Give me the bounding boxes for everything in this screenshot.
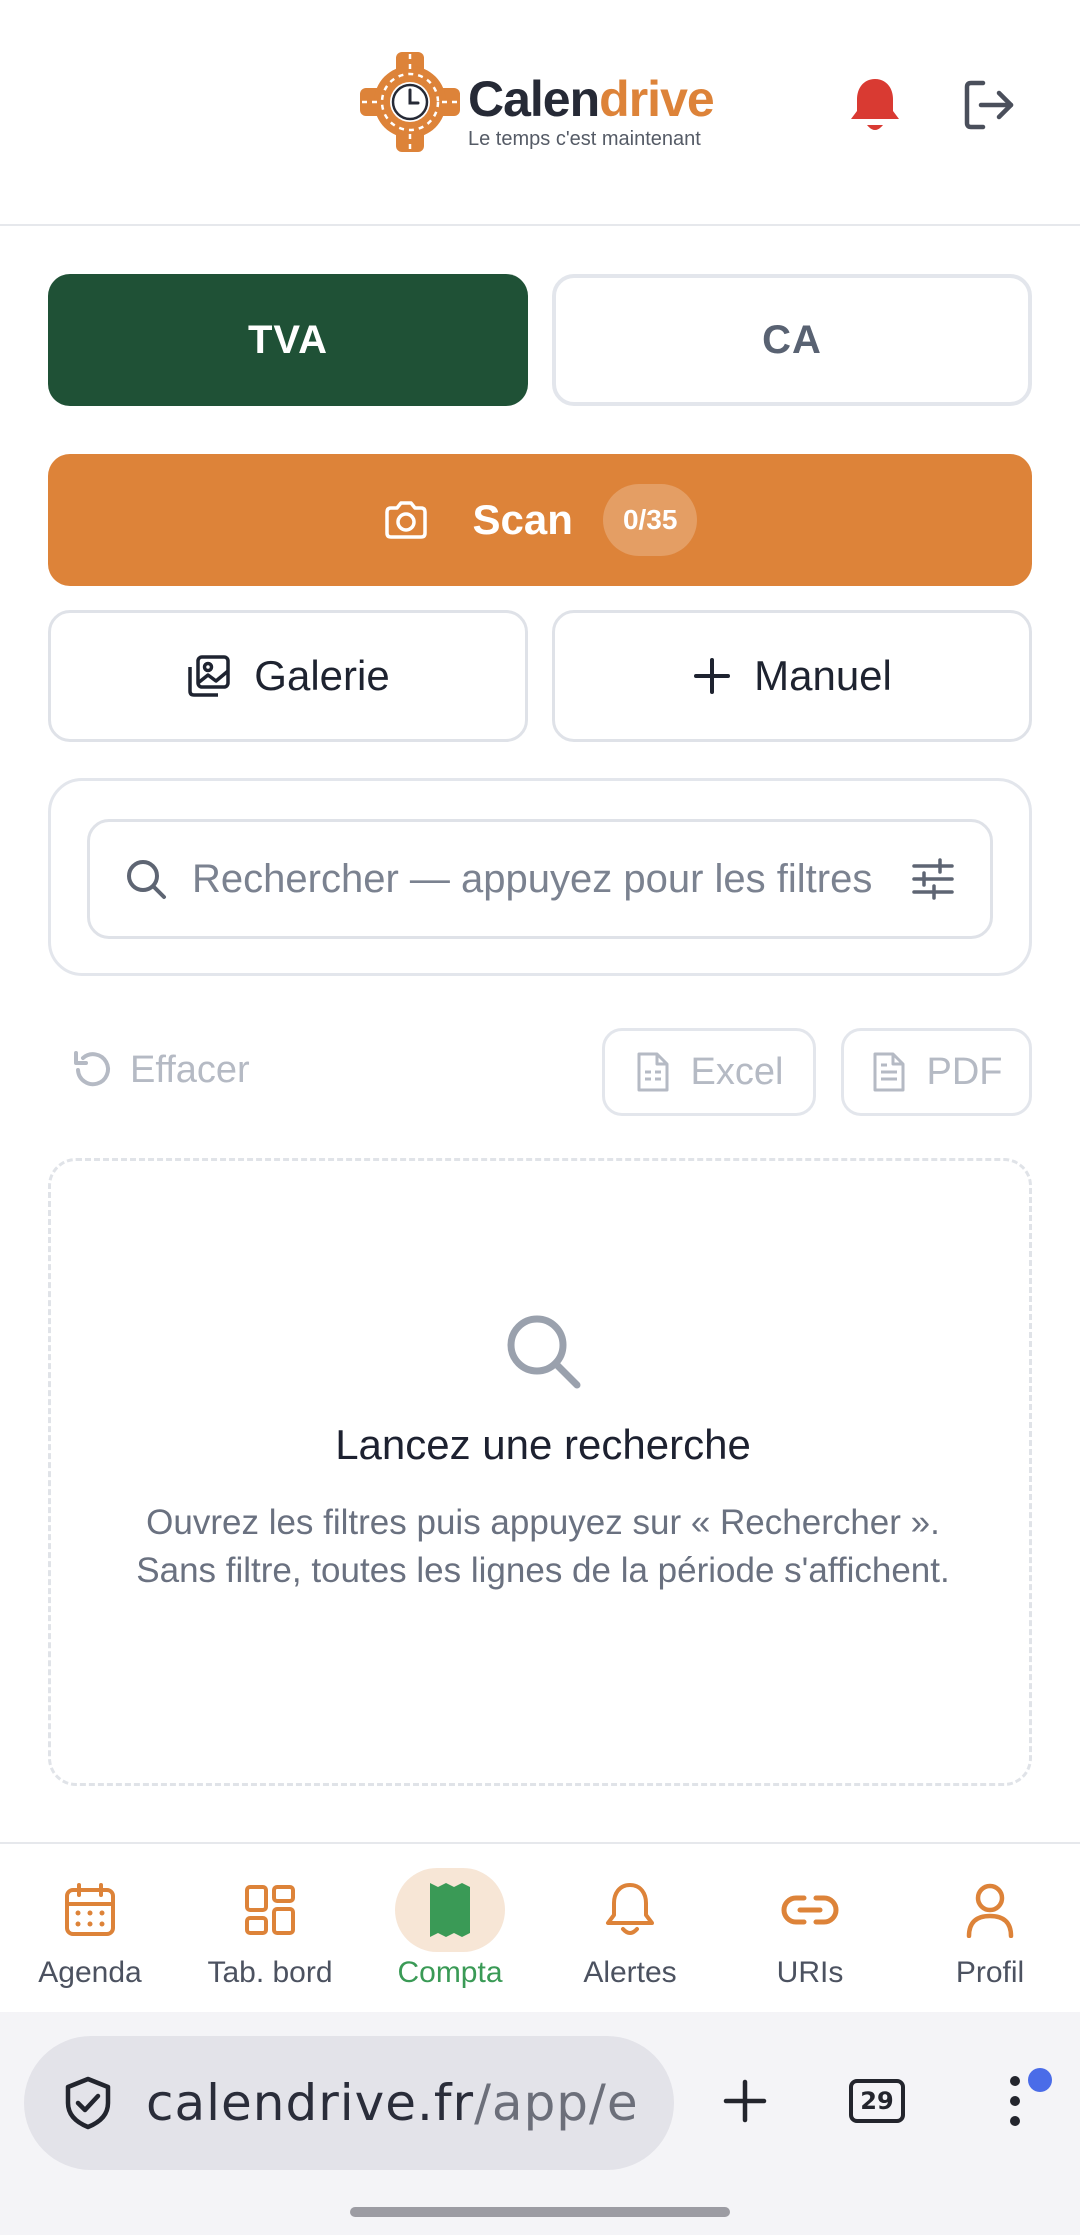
nav-item-uris[interactable]: URIs <box>720 1868 900 1998</box>
document-file-icon <box>873 1052 904 1092</box>
camera-icon <box>384 501 427 539</box>
home-indicator[interactable] <box>350 2207 730 2217</box>
nav-item-compta[interactable]: Compta <box>360 1868 540 1998</box>
filter-sliders-icon[interactable] <box>910 856 956 902</box>
logout-button[interactable] <box>954 70 1024 140</box>
empty-state: Lancez une recherche Ouvrez les filtres … <box>48 1158 1032 1786</box>
gallery-icon <box>188 655 231 697</box>
logout-icon <box>964 80 1014 130</box>
nav-label: Agenda <box>38 1956 142 1989</box>
nav-item-profil[interactable]: Profil <box>900 1868 1080 1998</box>
link-icon <box>781 1895 839 1925</box>
browser-toolbar: calendrive.fr/app/e 29 <box>0 2012 1080 2235</box>
tab-tva[interactable]: TVA <box>48 274 528 406</box>
scan-button[interactable]: Scan 0/35 <box>48 454 1032 586</box>
logo-wordmark: Calendrive <box>468 71 715 127</box>
search-input[interactable]: Rechercher — appuyez pour les filtres <box>87 819 993 939</box>
nav-label: Tab. bord <box>207 1956 333 1989</box>
active-indicator <box>395 1868 505 1952</box>
url-text: calendrive.fr/app/e <box>146 2074 639 2132</box>
search-icon <box>507 1315 581 1389</box>
spreadsheet-file-icon <box>637 1052 669 1092</box>
shield-check-icon[interactable] <box>62 2075 114 2131</box>
scan-label: Scan <box>472 496 573 543</box>
tab-count: 29 <box>849 2079 905 2123</box>
address-bar[interactable]: calendrive.fr/app/e <box>24 2036 674 2170</box>
nav-item-alertes[interactable]: Alertes <box>540 1868 720 1998</box>
search-placeholder: Rechercher — appuyez pour les filtres <box>192 856 873 901</box>
tab-ca[interactable]: CA <box>552 274 1032 406</box>
nav-label: Alertes <box>583 1956 677 1989</box>
manual-label: Manuel <box>754 652 892 699</box>
bell-icon <box>851 79 899 130</box>
calendar-icon <box>65 1883 115 1936</box>
notifications-button[interactable] <box>840 70 910 140</box>
dashboard-icon <box>245 1885 295 1935</box>
nav-item-dashboard[interactable]: Tab. bord <box>180 1868 360 1998</box>
user-icon <box>966 1883 1014 1938</box>
pdf-label: PDF <box>926 1050 1003 1093</box>
gallery-label: Galerie <box>254 652 390 699</box>
logo-tagline: Le temps c'est maintenant <box>468 128 701 150</box>
clear-button[interactable]: Effacer <box>70 1040 250 1100</box>
export-excel-button[interactable]: Excel <box>602 1028 816 1116</box>
nav-item-agenda[interactable]: Agenda <box>0 1868 180 1998</box>
tab-switcher-button[interactable]: 29 <box>832 2056 922 2146</box>
plus-icon <box>694 658 731 694</box>
app-header: Calendrive Le temps c'est maintenant <box>0 0 1080 226</box>
calendrive-logo[interactable]: Calendrive Le temps c'est maintenant <box>360 52 720 152</box>
logo-roundabout-icon <box>360 52 460 152</box>
gallery-button[interactable]: Galerie <box>48 610 528 742</box>
plus-icon <box>723 2079 767 2123</box>
clear-label: Effacer <box>130 1048 250 1091</box>
bottom-navigation: Agenda Tab. bord Compta Alertes URIs Pro… <box>0 1842 1080 2012</box>
search-card: Rechercher — appuyez pour les filtres <box>48 778 1032 976</box>
excel-label: Excel <box>690 1050 784 1093</box>
nav-label: Profil <box>955 1956 1025 1989</box>
empty-state-text: Ouvrez les filtres puis appuyez sur « Re… <box>136 1503 950 1590</box>
scan-count-badge: 0/35 <box>602 484 698 556</box>
bell-icon <box>606 1883 654 1935</box>
empty-state-title: Lancez une recherche <box>335 1421 751 1468</box>
reset-icon <box>74 1051 110 1087</box>
search-icon <box>127 860 166 899</box>
receipt-icon <box>430 1883 470 1937</box>
nav-label: URIs <box>776 1956 844 1989</box>
more-vertical-icon <box>1010 2076 1020 2126</box>
notification-dot <box>1028 2068 1052 2092</box>
nav-label: Compta <box>397 1956 503 1989</box>
export-pdf-button[interactable]: PDF <box>841 1028 1032 1116</box>
manual-entry-button[interactable]: Manuel <box>552 610 1032 742</box>
new-tab-button[interactable] <box>700 2056 790 2146</box>
